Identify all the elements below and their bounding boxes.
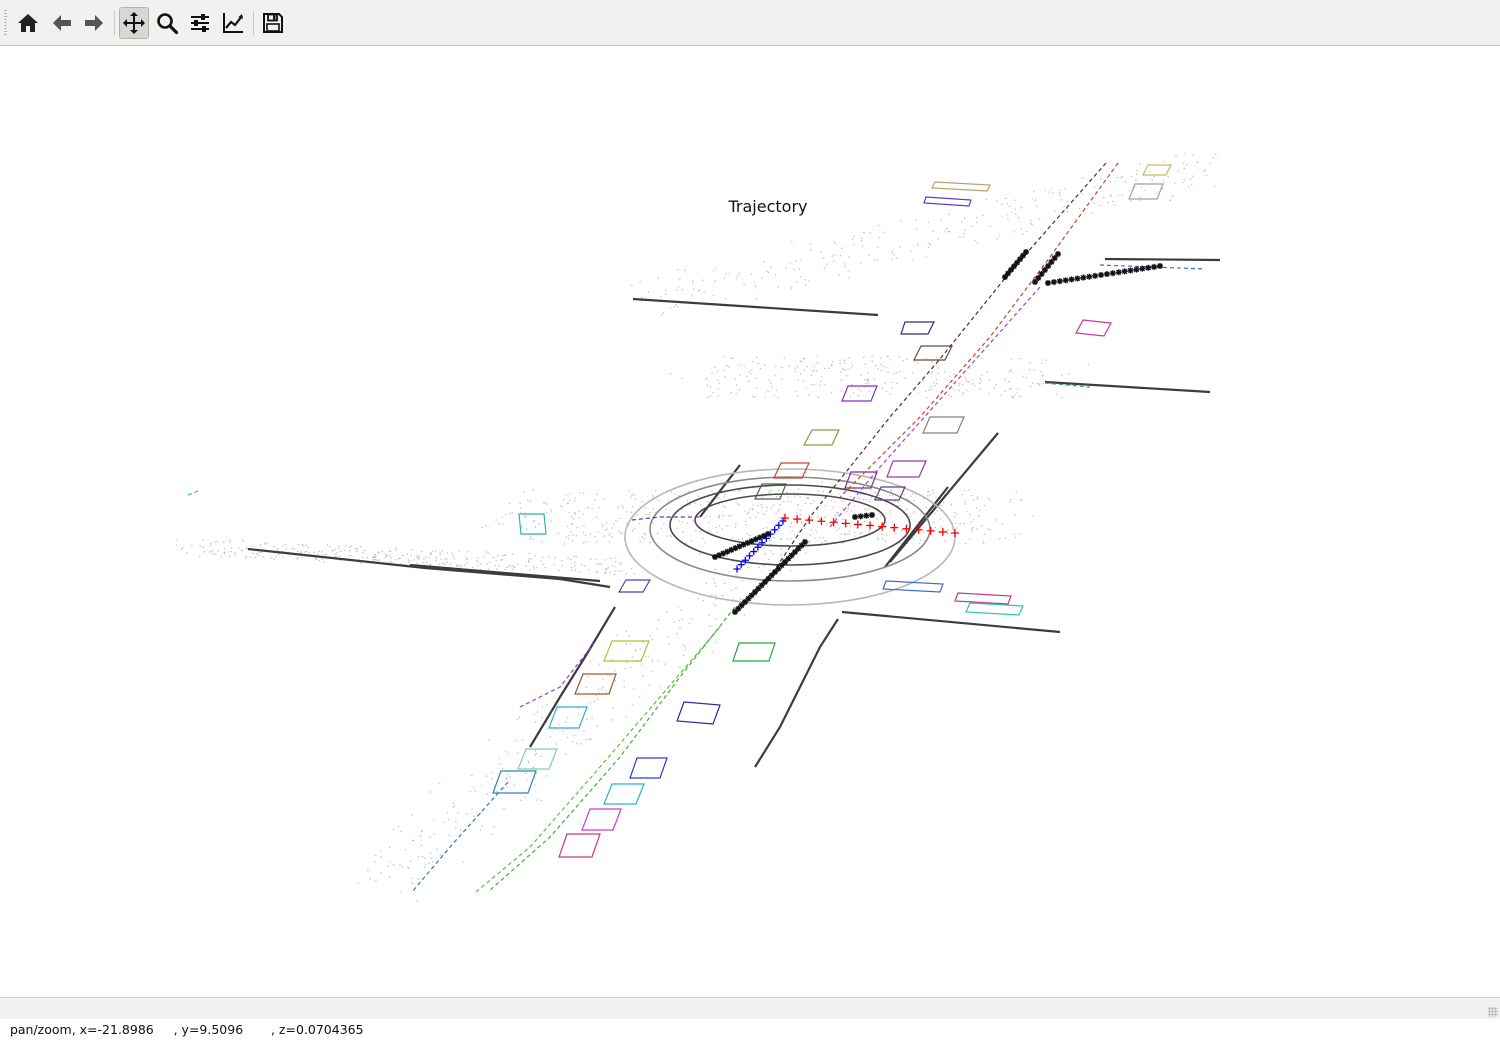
prediction-point bbox=[1092, 272, 1099, 279]
object-bounding-boxes bbox=[492, 164, 1172, 858]
prediction-point bbox=[1023, 249, 1029, 255]
prediction-point bbox=[1103, 271, 1110, 278]
ego-past-point bbox=[775, 521, 783, 529]
ego-future-point bbox=[951, 529, 959, 537]
magnifier-icon bbox=[157, 13, 179, 35]
prediction-point bbox=[802, 539, 808, 545]
prediction-point bbox=[1080, 274, 1087, 281]
floppy-disk-icon bbox=[263, 13, 283, 33]
arrow-left-icon bbox=[53, 15, 71, 31]
prediction-point bbox=[1068, 276, 1075, 283]
road-edge-lines bbox=[247, 257, 1221, 768]
ego-future-point bbox=[817, 517, 826, 526]
ego-future-point bbox=[853, 520, 862, 529]
prediction-point bbox=[1139, 265, 1146, 272]
ego-future-point bbox=[938, 527, 947, 536]
ego-future-point bbox=[890, 523, 899, 532]
prediction-point bbox=[1062, 277, 1069, 284]
prediction-point bbox=[1074, 275, 1081, 282]
navigation-toolbar bbox=[0, 0, 1500, 46]
sliders-icon bbox=[191, 14, 209, 32]
ego-past-point bbox=[746, 552, 754, 560]
prediction-point bbox=[857, 513, 864, 520]
prediction-point bbox=[1127, 267, 1134, 274]
lidar-points bbox=[175, 152, 1217, 902]
cursor-coordinates: pan/zoom, x=-21.8986 , y=9.5096 , z=0.07… bbox=[9, 1022, 364, 1037]
subplots-button[interactable] bbox=[185, 7, 215, 39]
prediction-point bbox=[1133, 266, 1140, 273]
toolbar-grip[interactable] bbox=[4, 10, 7, 36]
arrow-right-icon bbox=[85, 15, 103, 31]
ego-future-point bbox=[866, 521, 874, 530]
move-arrows-icon bbox=[123, 12, 145, 34]
line-chart-icon bbox=[223, 13, 243, 33]
prediction-point bbox=[1055, 251, 1061, 257]
prediction-point bbox=[1098, 271, 1105, 278]
home-button[interactable] bbox=[13, 7, 43, 39]
back-button[interactable] bbox=[47, 7, 77, 39]
toolbar-separator bbox=[114, 11, 115, 35]
zoom-button[interactable] bbox=[152, 7, 182, 39]
3d-scene-plot[interactable] bbox=[0, 47, 1500, 997]
prediction-point bbox=[1151, 263, 1158, 270]
home-icon bbox=[18, 14, 38, 32]
prediction-point bbox=[852, 514, 858, 520]
ego-past-point bbox=[733, 565, 741, 573]
toolbar-separator bbox=[253, 11, 254, 35]
prediction-point bbox=[869, 512, 875, 518]
agent-trajectories bbox=[187, 162, 1206, 893]
save-button[interactable] bbox=[258, 7, 288, 39]
ego-past-point bbox=[750, 548, 758, 556]
pan-button[interactable] bbox=[119, 7, 149, 39]
edit-axis-button[interactable] bbox=[218, 7, 248, 39]
prediction-markers bbox=[712, 249, 1163, 615]
prediction-point bbox=[1115, 269, 1122, 276]
roundabout-rings bbox=[624, 468, 956, 606]
ego-future-point bbox=[793, 515, 802, 524]
forward-button[interactable] bbox=[79, 7, 109, 39]
status-bar: pan/zoom, x=-21.8986 , y=9.5096 , z=0.07… bbox=[0, 997, 1500, 1037]
prediction-point bbox=[765, 531, 771, 537]
prediction-point bbox=[1157, 263, 1163, 269]
prediction-point bbox=[863, 512, 870, 519]
prediction-point bbox=[1086, 273, 1093, 280]
prediction-point bbox=[1145, 264, 1152, 271]
ego-past-point bbox=[771, 526, 779, 534]
prediction-point bbox=[1056, 278, 1063, 285]
prediction-point bbox=[1050, 279, 1057, 286]
figure-canvas[interactable]: Trajectory bbox=[0, 47, 1500, 997]
lidar-point-cloud bbox=[175, 152, 1217, 902]
ego-future-point bbox=[841, 519, 850, 528]
ego-future-point bbox=[926, 526, 935, 535]
prediction-point bbox=[1109, 270, 1116, 277]
prediction-point bbox=[1045, 280, 1051, 286]
plot-title: Trajectory bbox=[728, 197, 808, 216]
resize-grip[interactable] bbox=[1488, 1007, 1498, 1017]
prediction-point bbox=[1121, 268, 1128, 275]
